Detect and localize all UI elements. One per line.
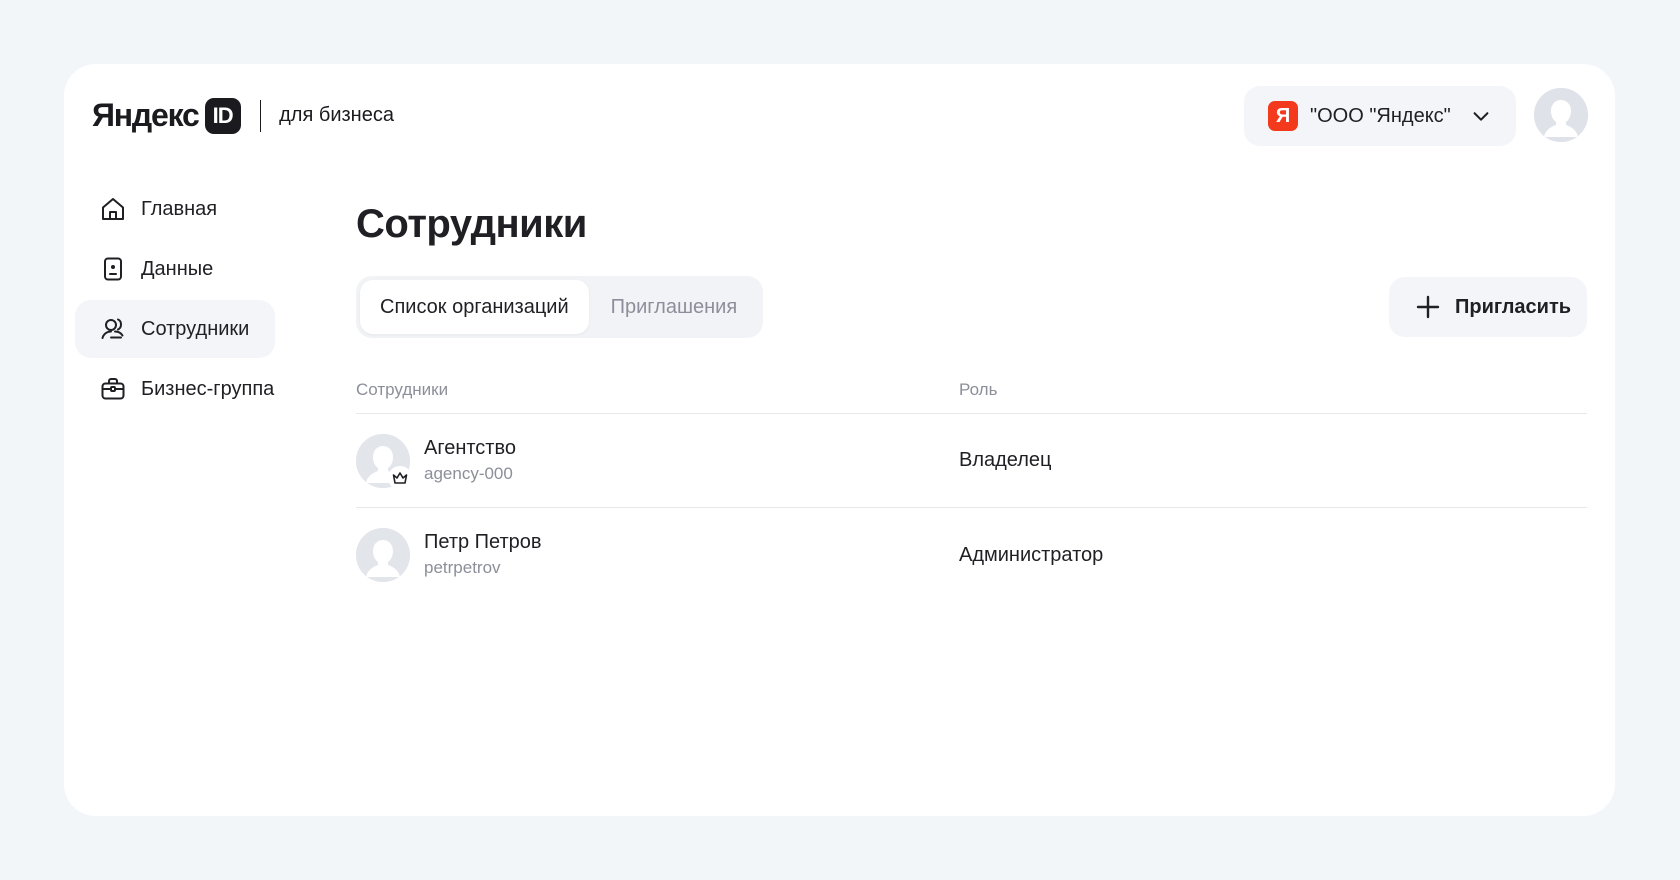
- briefcase-icon: [101, 378, 125, 400]
- table-row[interactable]: Агентство agency-000 Владелец: [356, 414, 1587, 508]
- invite-button-label: Пригласить: [1455, 295, 1572, 318]
- employee-name: Агентство: [424, 436, 516, 459]
- sidebar-item-business-group[interactable]: Бизнес-группа: [75, 360, 275, 418]
- avatar: [356, 528, 410, 582]
- sidebar-item-label: Данные: [141, 257, 214, 280]
- employee-login: agency-000: [424, 463, 513, 483]
- main-card: Яндекс ID для бизнеса Я "ООО "Яндекс" Гл…: [64, 64, 1615, 816]
- page-title: Сотрудники: [356, 202, 587, 246]
- plus-icon: [1416, 295, 1440, 319]
- sidebar-item-label: Сотрудники: [141, 317, 250, 340]
- org-name: "ООО "Яндекс": [1310, 104, 1451, 127]
- user-avatar[interactable]: [1534, 88, 1588, 142]
- user-silhouette-icon: [356, 528, 410, 582]
- yandex-id-logo[interactable]: Яндекс ID для бизнеса: [92, 97, 394, 134]
- user-silhouette-icon: [1534, 88, 1588, 142]
- sidebar-item-employees[interactable]: Сотрудники: [75, 300, 275, 358]
- org-logo-icon: Я: [1268, 101, 1298, 131]
- sidebar-item-label: Главная: [141, 197, 218, 220]
- avatar: [356, 433, 412, 490]
- logo-divider: [259, 99, 262, 132]
- table-header: Сотрудники Роль: [356, 366, 1587, 414]
- employee-role: Администратор: [959, 543, 1104, 566]
- logo-word: Яндекс: [92, 97, 200, 133]
- id-card-icon: [104, 257, 122, 281]
- logo-id-badge: ID: [204, 97, 241, 134]
- sidebar-item-label: Бизнес-группа: [141, 377, 275, 400]
- users-icon: [101, 318, 124, 339]
- table-row[interactable]: Петр Петров petrpetrov Администратор: [356, 508, 1587, 602]
- sidebar-nav: Главная Данные Сотрудники Бизнес-группа: [75, 180, 275, 420]
- sidebar-item-data[interactable]: Данные: [75, 240, 275, 298]
- column-header-role: Роль: [959, 379, 998, 399]
- employee-login: petrpetrov: [424, 558, 501, 577]
- employee-role: Владелец: [959, 449, 1052, 471]
- sidebar-item-home[interactable]: Главная: [75, 180, 275, 238]
- tab-invitations[interactable]: Приглашения: [589, 280, 760, 334]
- employees-table: Сотрудники Роль Агентство agency-000 Вла…: [356, 366, 1587, 602]
- crown-icon: [388, 465, 412, 490]
- employee-name: Петр Петров: [424, 531, 542, 553]
- invite-button[interactable]: Пригласить: [1389, 277, 1587, 337]
- organization-selector[interactable]: Я "ООО "Яндекс": [1244, 86, 1516, 146]
- tab-organization-list[interactable]: Список организаций: [360, 280, 589, 334]
- chevron-down-icon: [1473, 112, 1489, 121]
- tabs: Список организаций Приглашения: [356, 276, 764, 338]
- column-header-employees: Сотрудники: [356, 379, 449, 399]
- logo-subtitle: для бизнеса: [279, 104, 394, 126]
- home-icon: [102, 198, 124, 220]
